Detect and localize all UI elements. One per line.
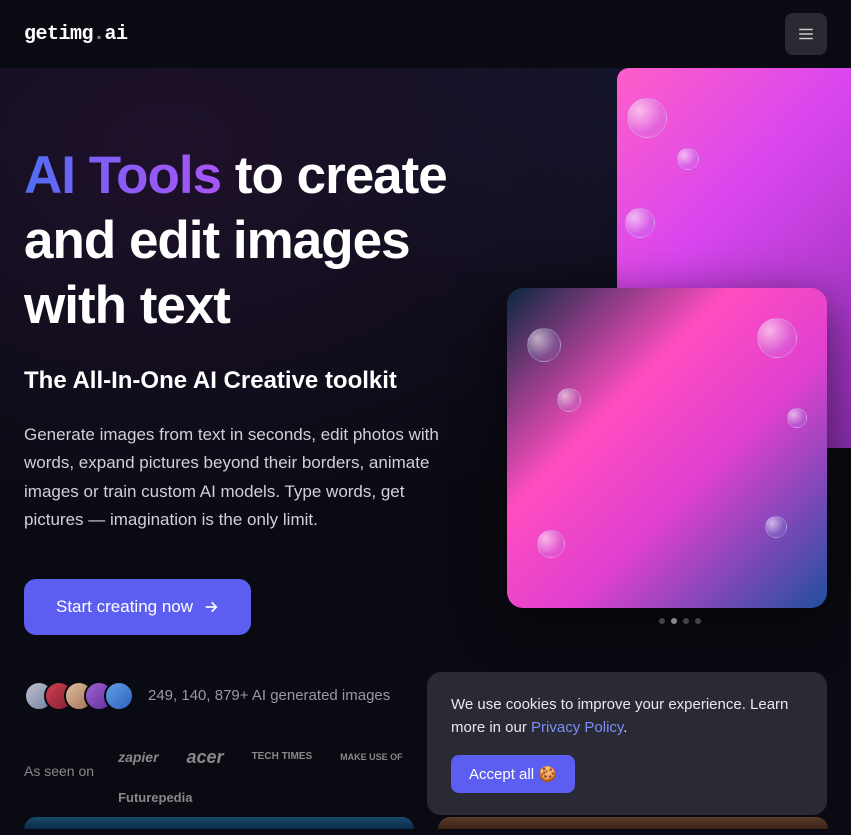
- cookie-banner: We use cookies to improve your experienc…: [427, 672, 827, 815]
- hero-description: Generate images from text in seconds, ed…: [24, 421, 464, 535]
- avatar-stack: [24, 681, 134, 711]
- feature-card[interactable]: [24, 817, 414, 829]
- hero-title-gradient: AI Tools: [24, 146, 221, 205]
- seen-on-label: As seen on: [24, 747, 94, 779]
- avatar: [104, 681, 134, 711]
- brand-makeuseof: MAKE USE OF: [340, 753, 403, 762]
- accept-cookies-button[interactable]: Accept all 🍪: [451, 755, 575, 793]
- start-creating-button[interactable]: Start creating now: [24, 579, 251, 635]
- arrow-right-icon: [203, 599, 219, 615]
- carousel-dot[interactable]: [671, 618, 677, 624]
- feature-card[interactable]: [438, 817, 828, 829]
- generated-count: 249, 140, 879+ AI generated images: [148, 687, 390, 704]
- hero-title: AI Tools to create and edit images with …: [24, 143, 504, 339]
- carousel-dot[interactable]: [683, 618, 689, 624]
- logo-text-pre: getimg: [24, 23, 93, 46]
- carousel-dot[interactable]: [695, 618, 701, 624]
- brand-logos: zapier acer TECH TIMES MAKE USE OF Futur…: [118, 747, 438, 805]
- menu-button[interactable]: [785, 13, 827, 55]
- showcase-image-front: [507, 288, 827, 608]
- hero-image-stack: [491, 68, 851, 628]
- brand-techtimes: TECH TIMES: [252, 752, 313, 762]
- brand-acer: acer: [187, 747, 224, 768]
- carousel-dots: [659, 618, 701, 624]
- logo-dot: .: [93, 23, 105, 46]
- privacy-policy-link[interactable]: Privacy Policy: [531, 719, 623, 736]
- cookie-text: We use cookies to improve your experienc…: [451, 694, 803, 739]
- cta-label: Start creating now: [56, 597, 193, 617]
- header: getimg.ai: [0, 0, 851, 68]
- cookie-text-post: .: [623, 719, 627, 736]
- hamburger-icon: [797, 25, 815, 43]
- logo[interactable]: getimg.ai: [24, 23, 128, 46]
- feature-cards-preview: [24, 817, 828, 829]
- brand-zapier: zapier: [118, 749, 158, 765]
- carousel-dot[interactable]: [659, 618, 665, 624]
- logo-text-suf: ai: [105, 23, 128, 46]
- hero-subtitle: The All-In-One AI Creative toolkit: [24, 367, 504, 395]
- brand-futurepedia: Futurepedia: [118, 790, 192, 805]
